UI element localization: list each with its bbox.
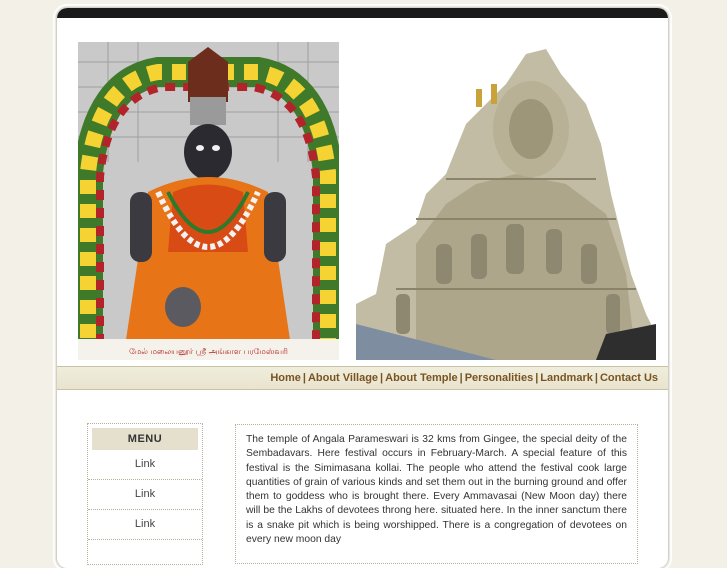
nav-landmark[interactable]: Landmark	[540, 372, 593, 384]
nav-separator: |	[459, 372, 463, 384]
menu-link-2[interactable]: Link	[88, 480, 202, 510]
page-frame: மேல் மலையனூர் ஸ்ரீ அங்காள பரமேஸ்வரி Home…	[57, 8, 668, 568]
nav-separator: |	[594, 372, 598, 384]
nav-home[interactable]: Home	[270, 372, 301, 384]
deity-photo: மேல் மலையனூர் ஸ்ரீ அங்காள பரமேஸ்வரி	[78, 42, 339, 360]
deity-caption: மேல் மலையனூர் ஸ்ரீ அங்காள பரமேஸ்வரி	[129, 347, 288, 357]
top-bar	[57, 8, 668, 18]
menu-link-3[interactable]: Link	[88, 510, 202, 540]
nav-contact-us[interactable]: Contact Us	[600, 372, 658, 384]
temple-tower-photo	[356, 44, 656, 360]
nav-about-village[interactable]: About Village	[308, 372, 378, 384]
content-panel: The temple of Angala Parameswari is 32 k…	[235, 424, 638, 564]
menu-link-1[interactable]: Link	[88, 450, 202, 480]
main-nav: Home | About Village | About Temple | Personal…	[57, 366, 668, 390]
nav-personalities[interactable]: Personalities	[465, 372, 533, 384]
banner: மேல் மலையனூர் ஸ்ரீ அங்காள பரமேஸ்வரி	[57, 18, 668, 366]
content-paragraph: The temple of Angala Parameswari is 32 k…	[246, 434, 627, 546]
nav-separator: |	[302, 372, 306, 384]
nav-about-temple[interactable]: About Temple	[385, 372, 458, 384]
menu-title: MENU	[92, 428, 198, 450]
sidebar-menu: MENU Link Link Link	[87, 423, 203, 565]
